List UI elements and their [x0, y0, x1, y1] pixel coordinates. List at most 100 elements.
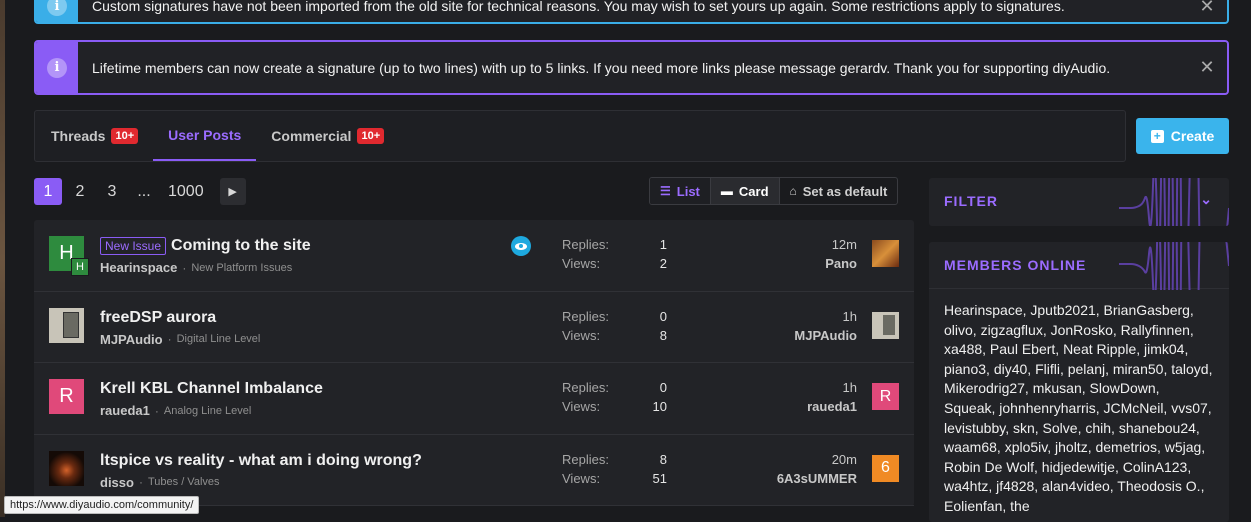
avatar[interactable]	[49, 450, 84, 486]
lifetime-members-notice: i Lifetime members can now create a sign…	[34, 40, 1229, 95]
avatar[interactable]: R	[49, 379, 84, 414]
last-poster-avatar[interactable]	[872, 240, 899, 267]
thread-title[interactable]: Krell KBL Channel Imbalance	[100, 380, 323, 398]
close-icon[interactable]: ✕	[1187, 57, 1227, 78]
last-post-time[interactable]: 1h	[807, 380, 857, 399]
last-post-time[interactable]: 1h	[794, 309, 857, 328]
watched-icon	[511, 236, 531, 256]
tab-label: Threads	[51, 128, 106, 144]
tab-label: User Posts	[168, 127, 242, 143]
page-link[interactable]: 1	[34, 178, 62, 205]
info-icon: i	[47, 57, 67, 78]
background-edge	[0, 0, 5, 517]
info-icon-container: i	[36, 42, 78, 93]
list-icon: ☰	[660, 184, 671, 198]
thread-title[interactable]: Coming to the site	[171, 237, 311, 255]
last-post: 12m Pano	[825, 237, 857, 271]
thread-forum[interactable]: Digital Line Level	[177, 333, 261, 345]
replies-count: 8	[659, 451, 667, 467]
content-tabs: Threads 10+ User Posts Commercial 10+	[34, 110, 1126, 162]
thread-row[interactable]: freeDSP aurora MJPAudio · Digital Line L…	[34, 292, 914, 363]
thread-stats: Replies: 8 Views: 51	[562, 452, 667, 490]
views-count: 2	[659, 256, 667, 271]
page-link[interactable]: 3	[98, 178, 126, 205]
page-link[interactable]: 1000	[162, 178, 210, 205]
tab-label: Commercial	[271, 128, 352, 144]
thread-forum[interactable]: Tubes / Valves	[148, 476, 220, 488]
list-label: List	[676, 183, 700, 199]
card-view-button[interactable]: ▬ Card	[710, 178, 780, 204]
members-online-list[interactable]: Hearinspace, Jputb2021, BrianGasberg, ol…	[929, 288, 1229, 522]
count-badge: 10+	[357, 128, 385, 144]
thread-prefix[interactable]: New Issue	[100, 237, 167, 255]
last-post-user[interactable]: 6A3sUMMER	[777, 471, 857, 486]
close-icon[interactable]: ✕	[1187, 0, 1227, 17]
last-post: 1h raueda1	[807, 380, 857, 414]
thread-stats: Replies: 0 Views: 10	[562, 380, 667, 418]
last-post-time[interactable]: 20m	[777, 452, 857, 471]
signature-import-notice: i Custom signatures have not been import…	[34, 0, 1229, 24]
list-view-button[interactable]: ☰ List	[650, 178, 711, 204]
notice-text: Lifetime members can now create a signat…	[92, 59, 1111, 76]
create-label: Create	[1170, 128, 1215, 144]
avatar[interactable]	[49, 307, 84, 343]
last-poster-avatar[interactable]: 6	[872, 454, 899, 482]
filter-block: FILTER ⌄	[929, 178, 1229, 226]
chevron-down-icon[interactable]: ⌄	[1200, 191, 1213, 208]
last-post-user[interactable]: raueda1	[807, 399, 857, 414]
views-count: 51	[652, 470, 667, 486]
create-button[interactable]: + Create	[1136, 118, 1229, 154]
thread-list: H H New Issue Coming to the site Hearins…	[34, 220, 914, 506]
tab-user-posts[interactable]: User Posts	[153, 111, 257, 161]
wave-decoration-icon	[1119, 242, 1229, 290]
last-post-user[interactable]: MJPAudio	[794, 328, 857, 343]
info-icon-container: i	[36, 0, 78, 22]
plus-icon: +	[1150, 129, 1164, 143]
thread-author[interactable]: Hearinspace	[100, 260, 177, 275]
thread-author[interactable]: MJPAudio	[100, 332, 163, 347]
count-badge: 10+	[111, 128, 139, 144]
thread-row[interactable]: R Krell KBL Channel Imbalance raueda1 · …	[34, 363, 914, 435]
members-online-block: MEMBERS ONLINE Hearinspace, Jputb2021, B…	[929, 242, 1229, 522]
replies-count: 0	[659, 380, 667, 395]
notice-text: Custom signatures have not been imported…	[92, 0, 1065, 14]
thread-stats: Replies: 1 Views: 2	[562, 237, 667, 275]
filter-label: FILTER	[944, 193, 998, 209]
thread-title[interactable]: freeDSP aurora	[100, 309, 216, 327]
thread-author[interactable]: raueda1	[100, 403, 150, 418]
replies-count: 0	[659, 308, 667, 324]
members-online-header: MEMBERS ONLINE	[929, 242, 1229, 290]
replies-count: 1	[659, 237, 667, 252]
last-post-time[interactable]: 12m	[825, 237, 857, 256]
views-count: 8	[659, 327, 667, 343]
members-online-title: MEMBERS ONLINE	[944, 257, 1087, 273]
thread-forum[interactable]: New Platform Issues	[191, 262, 292, 274]
thread-row[interactable]: H H New Issue Coming to the site Hearins…	[34, 220, 914, 292]
thread-author[interactable]: disso	[100, 475, 134, 490]
last-poster-avatar[interactable]: R	[872, 383, 899, 410]
last-poster-avatar[interactable]	[872, 311, 899, 339]
thread-forum[interactable]: Analog Line Level	[164, 405, 251, 417]
set-default-label: Set as default	[802, 183, 888, 199]
filter-toggle[interactable]: FILTER ⌄	[929, 178, 1229, 226]
view-toggle: ☰ List ▬ Card ⌂ Set as default	[649, 177, 899, 205]
set-default-button[interactable]: ⌂ Set as default	[780, 178, 898, 204]
tab-commercial[interactable]: Commercial 10+	[271, 111, 399, 161]
page-ellipsis[interactable]: ...	[130, 178, 158, 205]
last-post: 20m 6A3sUMMER	[777, 452, 857, 486]
card-label: Card	[738, 183, 769, 199]
avatar[interactable]: H H	[49, 236, 89, 276]
last-post: 1h MJPAudio	[794, 309, 857, 343]
thread-title[interactable]: ltspice vs reality - what am i doing wro…	[100, 452, 422, 470]
status-bar-url: https://www.diyaudio.com/community/	[4, 496, 200, 514]
last-post-user[interactable]: Pano	[825, 256, 857, 271]
views-count: 10	[652, 399, 667, 414]
thread-stats: Replies: 0 Views: 8	[562, 309, 667, 347]
next-page-icon[interactable]: ▶	[219, 178, 246, 205]
small-avatar: H	[71, 258, 89, 276]
home-icon: ⌂	[789, 184, 797, 198]
tab-threads[interactable]: Threads 10+	[51, 111, 153, 161]
info-icon: i	[47, 0, 67, 16]
pagination: 1 2 3 ... 1000 ▶	[34, 178, 250, 205]
page-link[interactable]: 2	[66, 178, 94, 205]
